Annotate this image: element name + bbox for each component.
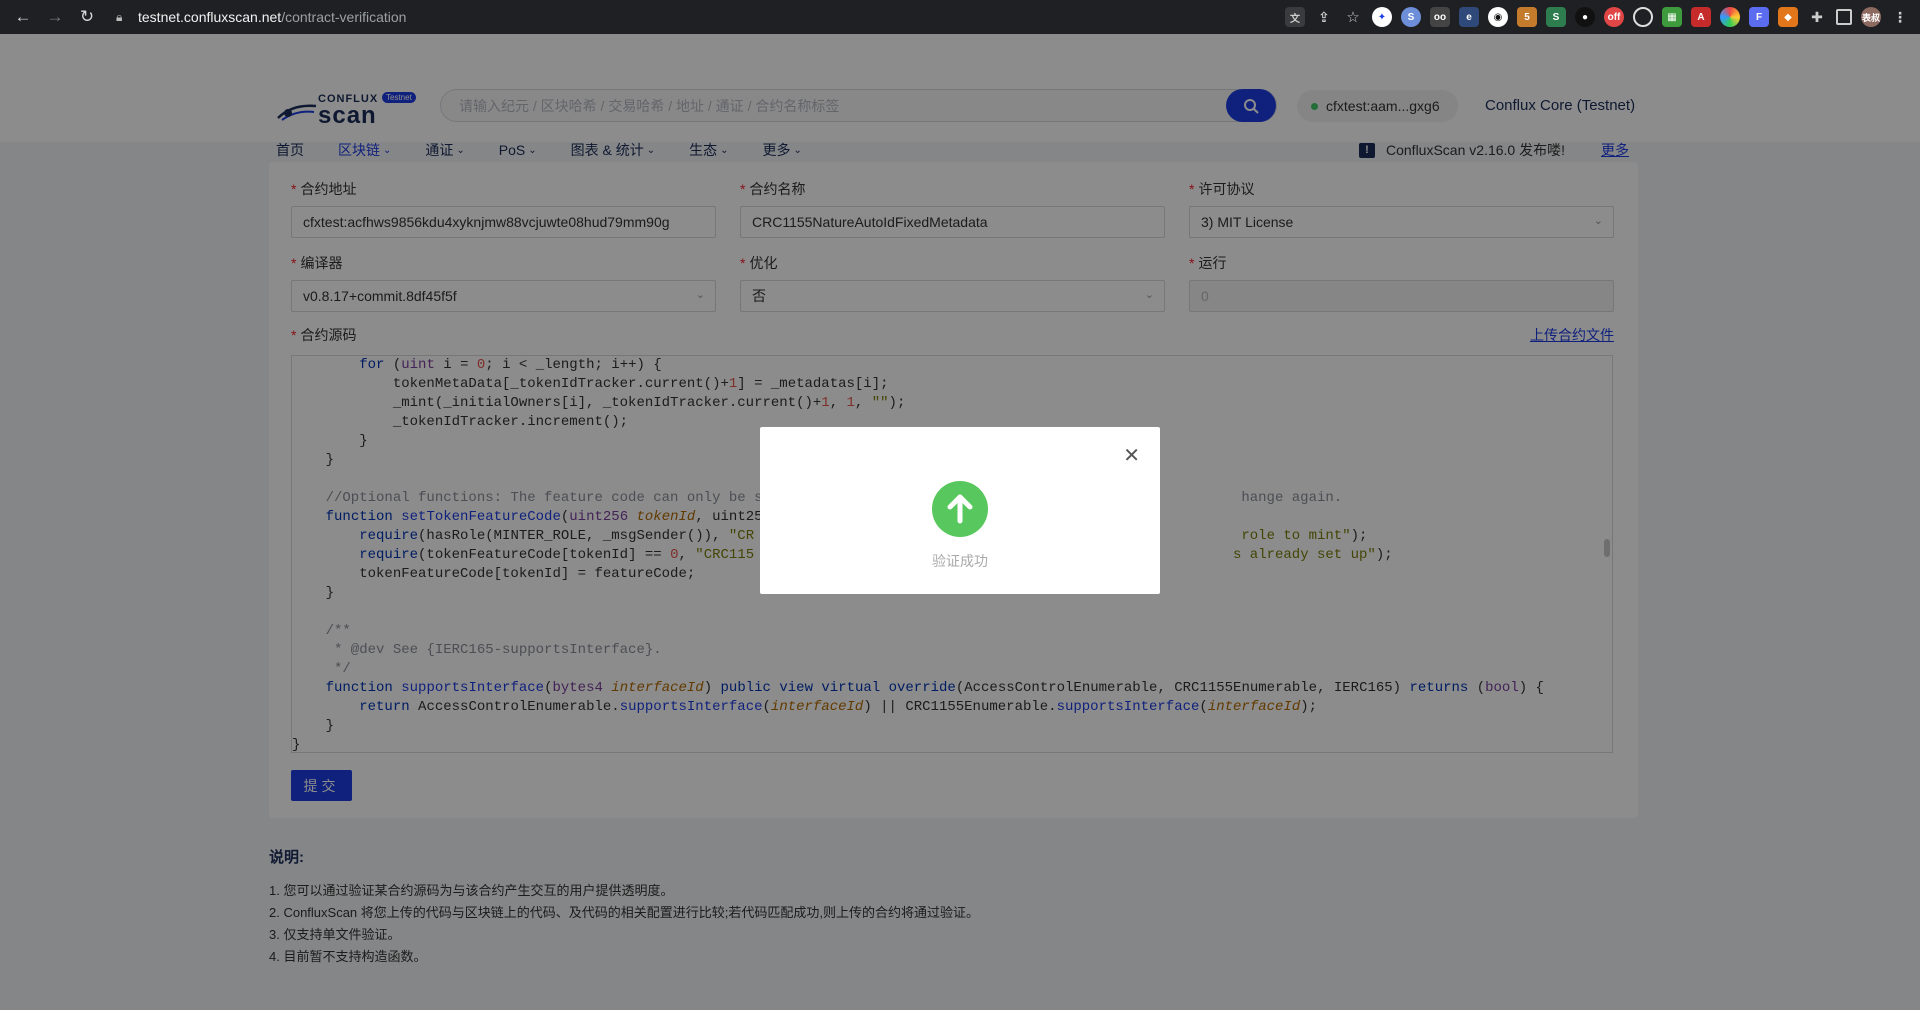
forward-icon[interactable]: → bbox=[42, 4, 68, 30]
back-icon[interactable]: ← bbox=[10, 4, 36, 30]
url-host: testnet.confluxscan.net bbox=[138, 9, 282, 25]
metamask-icon[interactable]: ◆ bbox=[1778, 7, 1798, 27]
share-icon[interactable]: ⇪ bbox=[1314, 7, 1334, 27]
profile-avatar[interactable]: 表叔 bbox=[1861, 7, 1881, 27]
extension-icon[interactable]: S bbox=[1401, 7, 1421, 27]
verification-success-modal: ✕ 验证成功 bbox=[760, 427, 1160, 594]
extension-icon[interactable] bbox=[1720, 7, 1740, 27]
extension-icon[interactable]: ◉ bbox=[1488, 7, 1508, 27]
extension-icon[interactable]: S bbox=[1546, 7, 1566, 27]
extension-icon[interactable]: ✦ bbox=[1372, 7, 1392, 27]
extension-icon[interactable]: A bbox=[1691, 7, 1711, 27]
menu-kebab-icon[interactable]: ⋮ bbox=[1890, 7, 1910, 27]
extension-icon[interactable]: e bbox=[1459, 7, 1479, 27]
lock-icon: 🔒︎ bbox=[116, 10, 123, 24]
browser-toolbar: ← → ↻ 🔒︎ testnet.confluxscan.net/contrac… bbox=[0, 0, 1920, 34]
bookmark-star-icon[interactable]: ☆ bbox=[1343, 7, 1363, 27]
reload-icon[interactable]: ↻ bbox=[74, 4, 100, 30]
extensions-bar: 文 ⇪ ☆ ✦ S oo e ◉ 5 S ● off ▦ A F ◆ ✚ 表叔 … bbox=[1285, 7, 1910, 27]
extension-icon[interactable]: F bbox=[1749, 7, 1769, 27]
address-bar[interactable]: 🔒︎ testnet.confluxscan.net/contract-veri… bbox=[116, 4, 406, 30]
puzzle-icon[interactable]: ✚ bbox=[1807, 7, 1827, 27]
extension-icon[interactable]: off bbox=[1604, 7, 1624, 27]
translate-icon[interactable]: 文 bbox=[1285, 7, 1305, 27]
sidebar-icon[interactable] bbox=[1836, 9, 1852, 25]
success-message: 验证成功 bbox=[932, 553, 988, 569]
extension-icon[interactable] bbox=[1633, 7, 1653, 27]
extension-icon[interactable]: oo bbox=[1430, 7, 1450, 27]
close-icon[interactable]: ✕ bbox=[1123, 446, 1140, 466]
extension-icon[interactable]: ● bbox=[1575, 7, 1595, 27]
url-path: /contract-verification bbox=[281, 9, 407, 25]
upload-arrow-icon bbox=[932, 481, 988, 537]
extension-icon[interactable]: ▦ bbox=[1662, 7, 1682, 27]
extension-icon[interactable]: 5 bbox=[1517, 7, 1537, 27]
